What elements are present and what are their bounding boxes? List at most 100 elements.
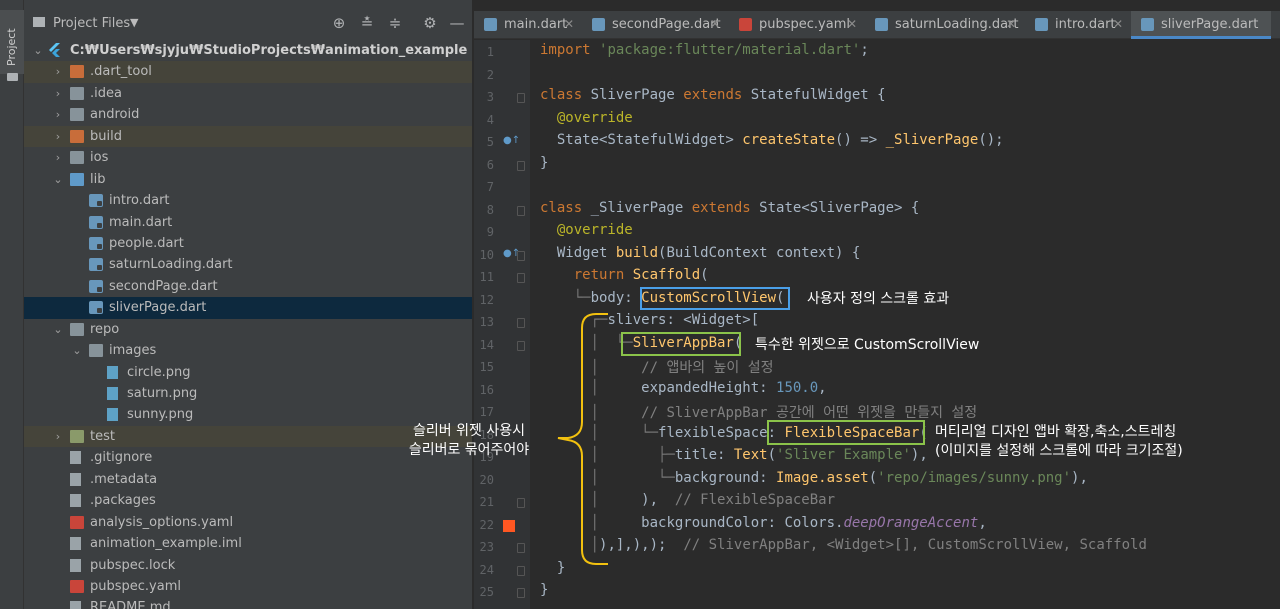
code-line: }: [540, 155, 548, 171]
tree-item-label: .gitignore: [90, 450, 153, 466]
tree-item[interactable]: pubspec.yaml: [24, 576, 472, 597]
override-marker-icon[interactable]: ●↑: [503, 135, 520, 146]
tree-item[interactable]: sliverPage.dart: [24, 297, 472, 319]
tree-item[interactable]: README.md: [24, 597, 472, 609]
chevron-right-icon[interactable]: ›: [52, 147, 64, 168]
tree-item[interactable]: .packages: [24, 490, 472, 511]
editor-tab[interactable]: secondPage.dart ✕: [582, 11, 729, 39]
fold-marker-icon[interactable]: [517, 205, 525, 216]
project-tool-tab[interactable]: Project: [0, 10, 24, 81]
tree-item[interactable]: › android: [24, 104, 472, 125]
dart-file-icon: [89, 215, 103, 229]
code-token: (: [868, 469, 878, 486]
tree-item[interactable]: people.dart: [24, 233, 472, 254]
tree-item-label: saturn.png: [127, 386, 198, 401]
line-number: 17: [479, 405, 494, 419]
png-file-icon: [107, 408, 118, 422]
tree-item[interactable]: › build: [24, 125, 472, 148]
editor-tab[interactable]: intro.dart ✕: [1025, 11, 1131, 39]
chevron-down-icon[interactable]: ⌄: [32, 40, 44, 61]
tool-window-strip: Project: [0, 0, 24, 609]
chevron-down-icon[interactable]: ⌄: [71, 340, 83, 361]
fold-marker-icon[interactable]: [517, 543, 525, 553]
code-token: // FlexibleSpaceBar: [674, 492, 836, 508]
fold-marker-icon[interactable]: [517, 318, 525, 328]
line-number: 14: [479, 337, 494, 352]
code-token: createState: [742, 132, 836, 148]
editor-tab[interactable]: pubspec.yaml ✕: [729, 11, 865, 39]
code-token: extends: [683, 87, 751, 103]
code-token: ,: [818, 379, 827, 396]
chevron-right-icon[interactable]: ›: [52, 426, 64, 447]
chevron-down-icon[interactable]: ⌄: [52, 169, 64, 190]
line-number: 6: [486, 157, 494, 172]
flexible-space-note-line2: (이미지를 설정해 스크롤에 따라 크기조절): [935, 443, 1183, 459]
close-icon[interactable]: ✕: [1113, 11, 1123, 38]
chevron-right-icon[interactable]: ›: [52, 61, 64, 82]
tree-item[interactable]: secondPage.dart: [24, 276, 472, 297]
locate-file-icon[interactable]: ⊕: [330, 14, 348, 32]
chevron-down-icon[interactable]: ⌄: [52, 319, 64, 340]
code-token: ),: [641, 492, 675, 508]
fold-marker-icon[interactable]: [517, 498, 525, 508]
collapse-all-icon[interactable]: ≑: [386, 14, 404, 32]
dart-file-icon: [89, 301, 103, 315]
minimize-icon[interactable]: —: [448, 14, 466, 32]
project-view-selector[interactable]: Project Files: [53, 16, 130, 31]
code-token: ;: [860, 42, 878, 58]
code-token: deepOrangeAccent: [843, 514, 979, 531]
tree-item[interactable]: saturnLoading.dart: [24, 254, 472, 275]
chevron-down-icon[interactable]: ▼: [130, 16, 138, 29]
bracket-path: [557, 313, 608, 565]
fold-marker-icon[interactable]: [517, 273, 525, 283]
tree-item[interactable]: analysis_options.yaml: [24, 512, 472, 533]
tree-item[interactable]: ⌄ repo: [24, 319, 472, 340]
tree-item[interactable]: .metadata: [24, 469, 472, 490]
code-token: return: [573, 267, 633, 283]
code-token: StatefulWidget {: [750, 87, 886, 103]
folder-icon: [89, 344, 103, 358]
generic-file-icon: [70, 472, 81, 486]
tree-item[interactable]: ⌄ lib: [24, 169, 472, 190]
chevron-right-icon[interactable]: ›: [52, 83, 64, 104]
tree-item[interactable]: › ios: [24, 147, 472, 168]
code-token: class: [540, 199, 591, 216]
line-number: 9: [486, 225, 494, 239]
close-icon[interactable]: ✕: [564, 11, 574, 38]
sliver-app-bar-note: 특수한 위젯으로 CustomScrollView: [755, 337, 980, 353]
fold-marker-icon[interactable]: [517, 565, 525, 576]
close-icon[interactable]: ✕: [847, 11, 857, 38]
fold-marker-icon[interactable]: [517, 588, 525, 598]
editor-tab[interactable]: saturnLoading.dart ✕: [865, 11, 1025, 39]
color-swatch-icon[interactable]: [503, 519, 515, 532]
chevron-right-icon[interactable]: ›: [52, 104, 64, 125]
close-icon[interactable]: ✕: [1006, 11, 1016, 38]
tree-item[interactable]: › .idea: [24, 83, 472, 104]
fold-marker-icon[interactable]: [517, 93, 525, 103]
expand-all-icon[interactable]: ≛: [358, 14, 376, 32]
tree-item[interactable]: › .dart_tool: [24, 61, 472, 83]
fold-marker-icon[interactable]: [517, 340, 525, 351]
fold-marker-icon[interactable]: [517, 250, 525, 261]
editor-tab[interactable]: sliverPage.dart: [1131, 11, 1271, 39]
tree-item[interactable]: pubspec.lock: [24, 555, 472, 576]
tree-item[interactable]: animation_example.iml: [24, 533, 472, 554]
tree-item[interactable]: saturn.png: [24, 383, 472, 404]
sliver-wrap-note-line2: 슬리버로 묶어주어야: [408, 442, 530, 458]
tree-item[interactable]: intro.dart: [24, 190, 472, 211]
line-number: 22: [479, 517, 494, 532]
folder-blue-icon: [70, 172, 84, 186]
tree-item[interactable]: ⌄ images: [24, 340, 472, 361]
fold-marker-icon[interactable]: [517, 160, 525, 171]
tree-item[interactable]: main.dart: [24, 212, 472, 233]
chevron-right-icon[interactable]: ›: [52, 126, 64, 147]
tree-item[interactable]: ⌄ C:₩Users₩sjyju₩StudioProjects₩animation…: [24, 40, 472, 61]
line-number: 16: [479, 382, 494, 397]
tree-item[interactable]: circle.png: [24, 362, 472, 383]
close-icon[interactable]: ✕: [710, 11, 720, 38]
editor-tab[interactable]: main.dart ✕: [474, 11, 582, 39]
gear-icon[interactable]: ⚙: [421, 14, 439, 32]
code-editor[interactable]: 1 2 3 4 5 6 7 8 9 10 11 12 13 14 15 16 17 18 19 20 21 22 23 24 2…: [474, 40, 1280, 609]
code-line: return Scaffold(: [540, 267, 709, 283]
code-token: 150.0: [776, 379, 819, 396]
